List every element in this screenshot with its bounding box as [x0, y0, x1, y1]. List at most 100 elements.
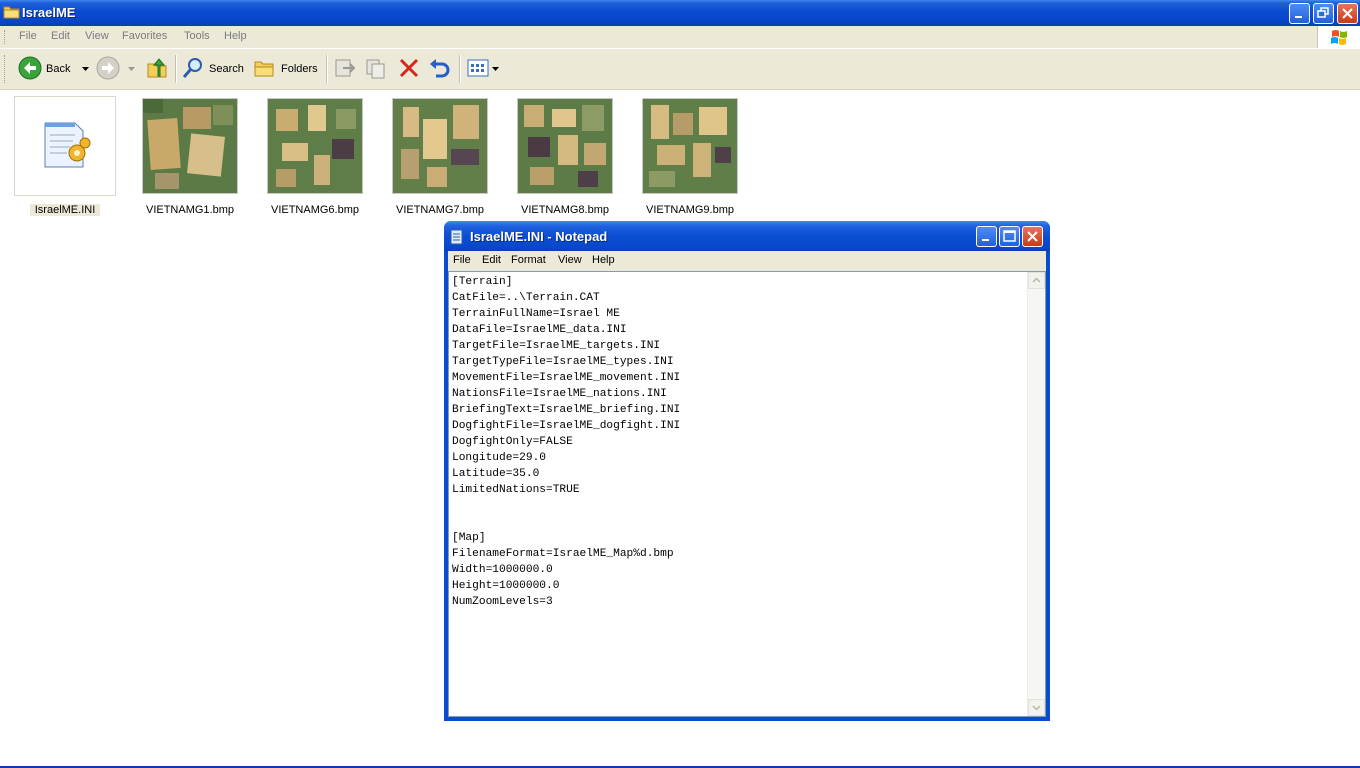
- undo-icon: [428, 56, 452, 83]
- restore-button[interactable]: [1313, 3, 1334, 24]
- notepad-menu-file[interactable]: File: [453, 254, 471, 266]
- text-line: Longitude=29.0: [452, 452, 546, 464]
- file-item-vietnamg6[interactable]: VIETNAMG6.bmp: [255, 96, 365, 216]
- notepad-menu-format[interactable]: Format: [511, 254, 546, 266]
- close-button[interactable]: [1337, 3, 1358, 24]
- back-label: Back: [46, 63, 71, 75]
- menu-favorites[interactable]: Favorites: [122, 30, 167, 42]
- folders-button[interactable]: Folders: [253, 55, 318, 83]
- toolbar-separator: [459, 55, 461, 83]
- move-to-icon: [333, 56, 357, 83]
- notepad-minimize-button[interactable]: [976, 226, 997, 247]
- search-icon: [181, 56, 205, 83]
- text-line: Height=1000000.0: [452, 580, 560, 592]
- text-line: TerrainFullName=Israel ME: [452, 308, 620, 320]
- file-name: VIETNAMG7.bmp: [395, 204, 485, 216]
- notepad-text-area[interactable]: [Terrain] CatFile=..\Terrain.CAT Terrain…: [448, 271, 1046, 717]
- scroll-down-button[interactable]: [1028, 699, 1045, 716]
- file-name: VIETNAMG1.bmp: [145, 204, 235, 216]
- back-dropdown-icon[interactable]: [82, 63, 90, 75]
- file-item-israelme-ini[interactable]: IsraelME.INI: [0, 96, 116, 216]
- text-line: DataFile=IsraelME_data.INI: [452, 324, 627, 336]
- back-arrow-icon: [18, 56, 42, 83]
- notepad-window-title: IsraelME.INI - Notepad: [470, 229, 608, 244]
- text-line: NumZoomLevels=3: [452, 596, 553, 608]
- notepad-icon: [450, 229, 464, 248]
- menu-grip[interactable]: [4, 30, 7, 44]
- notepad-menu-bar: File Edit Format View Help: [448, 251, 1046, 271]
- delete-button[interactable]: [397, 55, 421, 83]
- explorer-toolbar: Back Search Folders: [0, 49, 1360, 90]
- explorer-menu-bar: File Edit View Favorites Tools Help: [0, 26, 1360, 49]
- views-dropdown-icon[interactable]: [492, 63, 499, 75]
- aerial-map-thumbnail: [517, 98, 613, 194]
- toolbar-separator: [175, 55, 177, 83]
- file-name: IsraelME.INI: [30, 204, 100, 216]
- text-line: [Terrain]: [452, 276, 513, 288]
- menu-edit[interactable]: Edit: [51, 30, 70, 42]
- views-button[interactable]: [466, 55, 499, 83]
- notepad-title-bar[interactable]: IsraelME.INI - Notepad: [444, 221, 1050, 251]
- file-name: VIETNAMG9.bmp: [645, 204, 735, 216]
- text-line: TargetTypeFile=IsraelME_types.INI: [452, 356, 674, 368]
- menu-help[interactable]: Help: [224, 30, 247, 42]
- text-line: TargetFile=IsraelME_targets.INI: [452, 340, 661, 352]
- up-folder-icon: [145, 56, 169, 83]
- text-line: LimitedNations=TRUE: [452, 484, 580, 496]
- menu-tools[interactable]: Tools: [184, 30, 210, 42]
- delete-x-icon: [397, 56, 421, 83]
- notepad-window: IsraelME.INI - Notepad File Edit Format …: [444, 221, 1050, 721]
- text-line: Latitude=35.0: [452, 468, 540, 480]
- menu-view[interactable]: View: [85, 30, 109, 42]
- toolbar-grip[interactable]: [4, 55, 7, 83]
- text-line: CatFile=..\Terrain.CAT: [452, 292, 600, 304]
- file-item-vietnamg7[interactable]: VIETNAMG7.bmp: [380, 96, 490, 216]
- text-line: BriefingText=IsraelME_briefing.INI: [452, 404, 681, 416]
- aerial-map-thumbnail: [267, 98, 363, 194]
- vertical-scrollbar[interactable]: [1027, 272, 1045, 716]
- views-icon: [466, 56, 490, 83]
- notepad-maximize-button[interactable]: [999, 226, 1020, 247]
- text-line: NationsFile=IsraelME_nations.INI: [452, 388, 667, 400]
- up-folder-button[interactable]: [145, 55, 169, 83]
- notepad-menu-edit[interactable]: Edit: [482, 254, 501, 266]
- text-line: DogfightFile=IsraelME_dogfight.INI: [452, 420, 681, 432]
- ini-settings-file-icon: [14, 96, 116, 196]
- aerial-map-thumbnail: [142, 98, 238, 194]
- minimize-button[interactable]: [1289, 3, 1310, 24]
- windows-logo-icon: [1317, 26, 1360, 48]
- text-line: [Map]: [452, 532, 486, 544]
- notepad-close-button[interactable]: [1022, 226, 1043, 247]
- back-button[interactable]: Back: [18, 55, 90, 83]
- toolbar-separator: [326, 55, 328, 83]
- folders-icon: [253, 56, 277, 83]
- aerial-map-thumbnail: [392, 98, 488, 194]
- scroll-up-button[interactable]: [1028, 272, 1045, 289]
- copy-to-icon: [364, 56, 388, 83]
- text-line: DogfightOnly=FALSE: [452, 436, 573, 448]
- notepad-menu-view[interactable]: View: [558, 254, 582, 266]
- undo-button[interactable]: [428, 55, 452, 83]
- aerial-map-thumbnail: [642, 98, 738, 194]
- folders-label: Folders: [281, 63, 318, 75]
- search-button[interactable]: Search: [181, 55, 244, 83]
- file-item-vietnamg9[interactable]: VIETNAMG9.bmp: [630, 96, 740, 216]
- file-item-vietnamg1[interactable]: VIETNAMG1.bmp: [130, 96, 240, 216]
- text-line: FilenameFormat=IsraelME_Map%d.bmp: [452, 548, 674, 560]
- file-item-vietnamg8[interactable]: VIETNAMG8.bmp: [505, 96, 615, 216]
- text-line: MovementFile=IsraelME_movement.INI: [452, 372, 681, 384]
- text-line: Width=1000000.0: [452, 564, 553, 576]
- forward-button[interactable]: [96, 55, 135, 83]
- file-name: VIETNAMG8.bmp: [520, 204, 610, 216]
- file-name: VIETNAMG6.bmp: [270, 204, 360, 216]
- menu-file[interactable]: File: [19, 30, 37, 42]
- notepad-content: [Terrain] CatFile=..\Terrain.CAT Terrain…: [452, 274, 680, 610]
- search-label: Search: [209, 63, 244, 75]
- move-to-button[interactable]: [333, 55, 357, 83]
- explorer-title-bar[interactable]: IsraelME: [0, 0, 1360, 26]
- folder-icon: [3, 4, 20, 22]
- copy-to-button[interactable]: [364, 55, 388, 83]
- notepad-menu-help[interactable]: Help: [592, 254, 615, 266]
- forward-arrow-icon: [96, 56, 120, 83]
- forward-dropdown-icon[interactable]: [128, 63, 135, 75]
